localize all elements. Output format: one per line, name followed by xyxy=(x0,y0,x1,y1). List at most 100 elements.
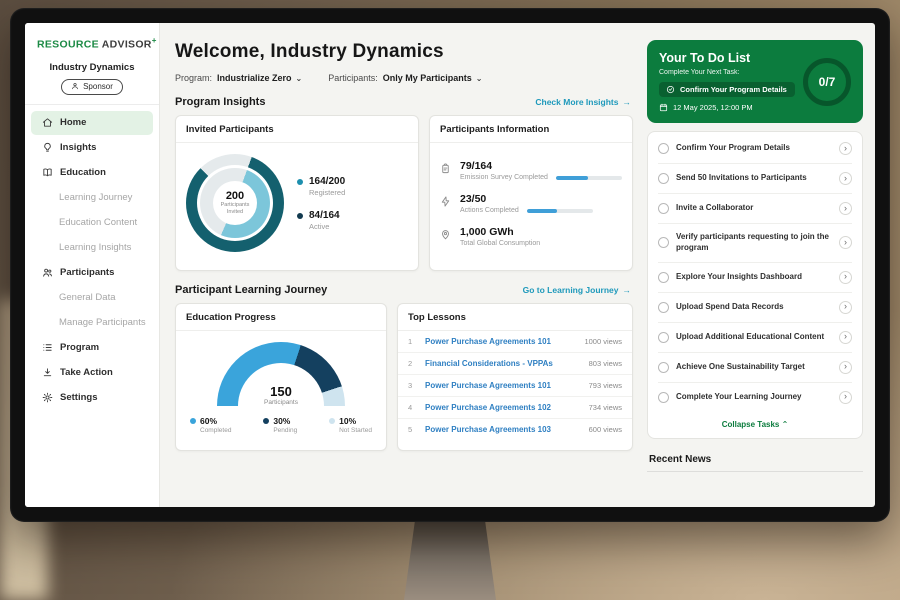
info-value: 23/50 xyxy=(460,193,593,205)
task-row[interactable]: Explore Your Insights Dashboard › xyxy=(658,263,852,293)
lesson-row[interactable]: 4 Power Purchase Agreements 102 734 view… xyxy=(398,397,632,419)
lesson-link[interactable]: Power Purchase Agreements 101 xyxy=(425,381,581,390)
chevron-right-icon[interactable]: › xyxy=(839,301,852,314)
chevron-right-icon[interactable]: › xyxy=(839,142,852,155)
top-lessons-card: Top Lessons 1 Power Purchase Agreements … xyxy=(397,303,633,451)
chevron-right-icon[interactable]: › xyxy=(839,391,852,404)
task-row[interactable]: Invite a Collaborator › xyxy=(658,194,852,224)
sidebar-item-participants[interactable]: Participants xyxy=(31,261,153,285)
task-checkbox[interactable] xyxy=(658,237,669,248)
link-label: Check More Insights xyxy=(535,97,618,107)
chevron-right-icon[interactable]: › xyxy=(839,172,852,185)
program-filter: Program: Industrialize Zero ⌄ xyxy=(175,73,302,83)
task-checkbox[interactable] xyxy=(658,302,669,313)
lesson-views: 600 views xyxy=(589,425,622,434)
task-row[interactable]: Confirm Your Program Details › xyxy=(658,134,852,164)
legend-label: Pending xyxy=(273,427,297,434)
chevron-right-icon[interactable]: › xyxy=(839,236,852,249)
sidebar-item-program[interactable]: Program xyxy=(31,336,153,360)
task-label: Upload Additional Educational Content xyxy=(676,332,832,343)
arrow-right-icon: → xyxy=(623,285,632,295)
task-row[interactable]: Upload Additional Educational Content › xyxy=(658,323,852,353)
participants-dropdown-value: Only My Participants xyxy=(383,73,472,83)
chevron-right-icon[interactable]: › xyxy=(839,202,852,215)
task-row[interactable]: Send 50 Invitations to Participants › xyxy=(658,164,852,194)
home-icon xyxy=(41,117,53,129)
card-title: Participants Information xyxy=(430,116,632,143)
task-row[interactable]: Achieve One Sustainability Target › xyxy=(658,353,852,383)
sidebar-item-learning-journey[interactable]: Learning Journey xyxy=(31,186,153,210)
sidebar-item-learning-insights[interactable]: Learning Insights xyxy=(31,236,153,260)
todo-header-card: Your To Do List Complete Your Next Task:… xyxy=(647,40,863,123)
lesson-rank: 3 xyxy=(408,381,417,390)
lesson-link[interactable]: Financial Considerations - VPPAs xyxy=(425,359,581,368)
task-label: Verify participants requesting to join t… xyxy=(676,232,832,254)
chevron-right-icon[interactable]: › xyxy=(839,271,852,284)
legend-value: 30% xyxy=(273,416,290,426)
lesson-link[interactable]: Power Purchase Agreements 101 xyxy=(425,337,576,346)
calendar-icon xyxy=(659,103,668,112)
task-row[interactable]: Verify participants requesting to join t… xyxy=(658,224,852,263)
sidebar: RESOURCE ADVISOR+ Industry Dynamics Spon… xyxy=(25,23,160,507)
participants-dropdown[interactable]: Only My Participants ⌄ xyxy=(383,73,483,83)
legend-item-active: 84/164 Active xyxy=(297,210,345,231)
sidebar-item-education-content[interactable]: Education Content xyxy=(31,211,153,235)
sidebar-item-insights[interactable]: Insights xyxy=(31,136,153,160)
lesson-row[interactable]: 2 Financial Considerations - VPPAs 803 v… xyxy=(398,353,632,375)
task-label: Send 50 Invitations to Participants xyxy=(676,173,832,184)
lesson-rank: 1 xyxy=(408,337,417,346)
task-label: Upload Spend Data Records xyxy=(676,302,832,313)
task-row[interactable]: Complete Your Learning Journey › xyxy=(658,383,852,412)
todo-progress-ring: 0/7 xyxy=(803,58,851,106)
lesson-link[interactable]: Power Purchase Agreements 103 xyxy=(425,425,581,434)
lesson-row[interactable]: 3 Power Purchase Agreements 101 793 view… xyxy=(398,375,632,397)
check-circle-icon xyxy=(666,85,675,94)
task-checkbox[interactable] xyxy=(658,143,669,154)
list-icon xyxy=(41,342,53,354)
progress-bar xyxy=(556,176,622,180)
invited-donut-chart: 200 Participants Invited xyxy=(186,154,284,252)
task-checkbox[interactable] xyxy=(658,203,669,214)
task-row[interactable]: Upload Spend Data Records › xyxy=(658,293,852,323)
section-title: Program Insights xyxy=(175,96,265,108)
info-value: 1,000 GWh xyxy=(460,226,540,238)
sidebar-item-take-action[interactable]: Take Action xyxy=(31,361,153,385)
lesson-rank: 5 xyxy=(408,425,417,434)
clipboard-icon xyxy=(440,161,452,179)
task-checkbox[interactable] xyxy=(658,362,669,373)
chevron-down-icon: ⌄ xyxy=(296,74,303,83)
sidebar-item-manage-participants[interactable]: Manage Participants xyxy=(31,311,153,335)
chevron-right-icon[interactable]: › xyxy=(839,331,852,344)
donut-center-label: Invited xyxy=(227,209,243,216)
progress-bar xyxy=(527,209,593,213)
lesson-row[interactable]: 5 Power Purchase Agreements 103 600 view… xyxy=(398,419,632,440)
task-checkbox[interactable] xyxy=(658,332,669,343)
lesson-row[interactable]: 1 Power Purchase Agreements 101 1000 vie… xyxy=(398,331,632,353)
check-more-insights-link[interactable]: Check More Insights → xyxy=(535,97,631,107)
logo-advisor: ADVISOR xyxy=(102,39,152,51)
chevron-right-icon[interactable]: › xyxy=(839,361,852,374)
sidebar-item-label: Learning Journey xyxy=(59,192,132,203)
task-checkbox[interactable] xyxy=(658,272,669,283)
next-task-pill[interactable]: Confirm Your Program Details xyxy=(659,82,795,97)
go-to-learning-journey-link[interactable]: Go to Learning Journey → xyxy=(523,285,631,295)
todo-due-date: 12 May 2025, 12:00 PM xyxy=(659,103,795,112)
sidebar-item-settings[interactable]: Settings xyxy=(31,386,153,410)
lesson-rank: 4 xyxy=(408,403,417,412)
journey-cards-row: Education Progress 150 Participants xyxy=(175,303,633,451)
lesson-views: 793 views xyxy=(589,381,622,390)
participants-filter: Participants: Only My Participants ⌄ xyxy=(328,73,482,83)
sidebar-item-education[interactable]: Education xyxy=(31,161,153,185)
sidebar-item-general-data[interactable]: General Data xyxy=(31,286,153,310)
task-checkbox[interactable] xyxy=(658,392,669,403)
task-checkbox[interactable] xyxy=(658,173,669,184)
task-label: Complete Your Learning Journey xyxy=(676,392,832,403)
donut-center: 200 Participants Invited xyxy=(213,181,257,225)
sidebar-item-home[interactable]: Home xyxy=(31,111,153,135)
gauge-center-label: Participants xyxy=(217,399,345,406)
program-dropdown[interactable]: Industrialize Zero ⌄ xyxy=(217,73,302,83)
legend-value: 164/200 xyxy=(309,176,345,187)
recent-news-title: Recent News xyxy=(647,448,863,472)
lesson-link[interactable]: Power Purchase Agreements 102 xyxy=(425,403,581,412)
collapse-tasks-button[interactable]: Collapse Tasks ⌃ xyxy=(658,412,852,436)
